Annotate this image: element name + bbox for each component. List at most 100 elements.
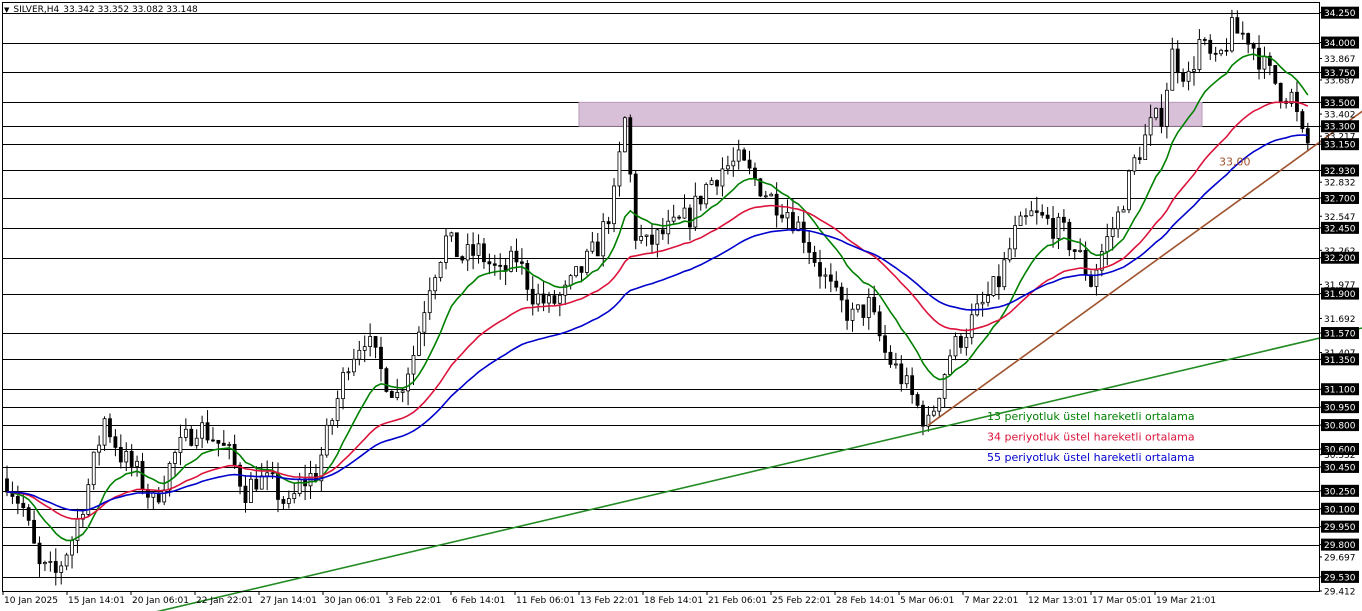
candle-body [135, 460, 139, 467]
candle-body [373, 336, 378, 348]
x-tick-label: 6 Feb 14:01 [452, 596, 505, 606]
candle-body [5, 478, 9, 493]
candle-body [725, 165, 730, 170]
candle-body [520, 261, 524, 264]
candle-body [1143, 134, 1148, 160]
candle-body [601, 221, 606, 257]
candle-body [189, 428, 194, 446]
candle-body [807, 242, 812, 253]
candle-body [254, 478, 259, 490]
candle-body [265, 472, 270, 477]
candle-body [1007, 248, 1012, 261]
candle-body [991, 276, 996, 296]
candle-body [270, 472, 275, 475]
y-tick-label: 33.402 [1324, 111, 1356, 121]
candle-body [921, 404, 925, 427]
candle-body [1056, 216, 1061, 239]
candle-body [644, 234, 649, 237]
x-tick-label: 22 Jan 22:01 [196, 596, 253, 606]
candle-body [536, 293, 541, 305]
legend-entry: 55 periyotluk üstel hareketli ortalama [987, 451, 1195, 464]
y-tick-label: 32.700 [1324, 194, 1356, 204]
y-tick-label: 34.250 [1324, 9, 1356, 19]
candle-body [1257, 47, 1261, 70]
candle-body [612, 185, 616, 225]
candle-body [330, 420, 335, 426]
candle-body [1083, 249, 1088, 276]
candle-body [21, 502, 26, 509]
candle-body [574, 266, 578, 277]
y-tick-label: 32.832 [1324, 179, 1356, 189]
y-tick-label: 33.500 [1324, 99, 1356, 109]
candle-body [747, 159, 752, 169]
candle-body [1278, 82, 1283, 102]
candle-body [693, 195, 698, 228]
candle-body [595, 241, 600, 257]
candle-body [1078, 249, 1083, 252]
price-chart[interactable]: 33,00 34.25034.00033.86733.75033.68733.5… [0, 0, 1362, 611]
y-tick-label: 33.867 [1324, 55, 1356, 65]
candle-body [259, 475, 264, 490]
candle-body [720, 168, 725, 187]
candle-body [97, 444, 102, 453]
candle-body [590, 241, 595, 252]
candle-body [1186, 70, 1191, 82]
candle-body [883, 335, 887, 353]
candle-body [362, 346, 367, 351]
candle-body [357, 349, 362, 360]
candle-body [406, 373, 410, 392]
candle-body [888, 351, 893, 365]
candle-body [1159, 107, 1164, 127]
candle-body [1105, 236, 1110, 253]
candle-body [1181, 72, 1186, 82]
candle-body [579, 266, 584, 273]
candle-body [812, 251, 817, 263]
legend-entry: 13 periyotluk üstel hareketli ortalama [987, 410, 1195, 423]
candle-body [557, 294, 562, 304]
y-tick-label: 30.250 [1324, 487, 1356, 497]
candle-body [937, 397, 942, 412]
candle-body [1230, 17, 1234, 52]
candle-body [1137, 157, 1142, 160]
candle-body [64, 554, 69, 567]
y-tick-label: 31.692 [1324, 315, 1356, 325]
candle-body [1062, 216, 1066, 223]
candle-body [1164, 89, 1169, 127]
candle-body [698, 195, 703, 205]
candle-body [1208, 39, 1213, 54]
candle-body [1246, 33, 1251, 45]
candle-body [850, 308, 855, 321]
candle-body [1013, 225, 1018, 250]
candle-body [1127, 170, 1131, 211]
candle-body [281, 499, 286, 504]
candle-body [232, 444, 237, 466]
x-tick-label: 11 Feb 06:01 [516, 596, 575, 606]
candle-body [785, 212, 790, 219]
x-tick-label: 18 Feb 14:01 [644, 596, 703, 606]
candle-body [91, 451, 96, 486]
x-tick-label: 10 Jan 2025 [4, 596, 58, 606]
candle-body [1094, 269, 1099, 287]
candle-body [351, 358, 356, 373]
candle-body [341, 372, 345, 400]
x-tick-label: 7 Mar 22:01 [964, 596, 1018, 606]
candle-body [639, 235, 644, 241]
candle-body [617, 151, 622, 187]
candle-body [530, 288, 535, 305]
candle-body [37, 542, 42, 565]
candle-body [1121, 209, 1126, 213]
candle-body [471, 244, 476, 256]
candle-body [839, 286, 844, 301]
triangle-down-icon[interactable]: ▼ [4, 6, 9, 15]
candle-body [248, 478, 253, 504]
candle-body [1024, 215, 1028, 218]
candle-body [1251, 43, 1256, 49]
candle-body [221, 442, 226, 446]
candle-body [986, 295, 990, 303]
y-tick-label: 30.950 [1324, 404, 1356, 414]
candle-body [1273, 65, 1278, 84]
candle-body [1175, 48, 1180, 74]
candle-body [411, 354, 416, 375]
candle-body [433, 277, 438, 292]
candle-body [460, 256, 465, 261]
